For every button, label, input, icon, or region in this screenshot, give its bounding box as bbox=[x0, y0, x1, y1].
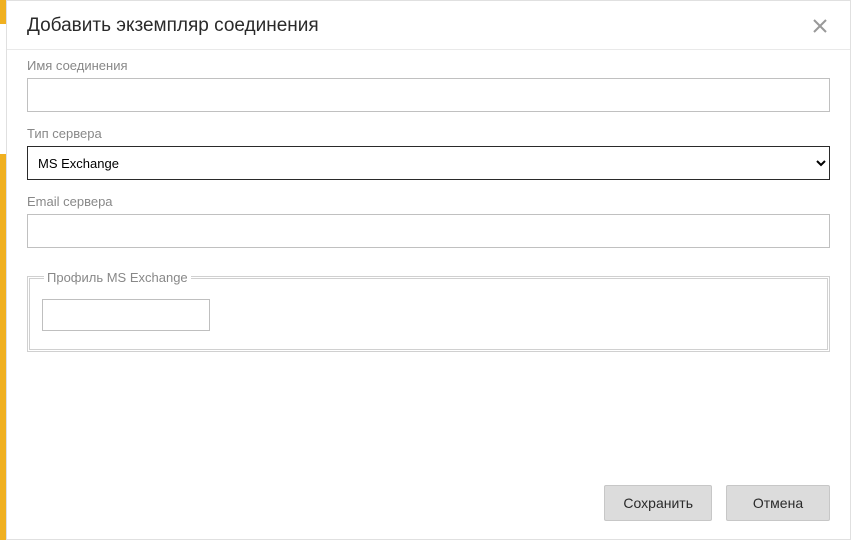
exchange-profile-input[interactable] bbox=[42, 299, 210, 331]
exchange-profile-legend: Профиль MS Exchange bbox=[44, 270, 191, 285]
connection-name-group: Имя соединения bbox=[27, 58, 830, 112]
close-button[interactable] bbox=[810, 16, 830, 36]
modal-title: Добавить экземпляр соединения bbox=[27, 15, 319, 37]
server-email-input[interactable] bbox=[27, 214, 830, 248]
save-button[interactable]: Сохранить bbox=[604, 485, 712, 521]
connection-name-input[interactable] bbox=[27, 78, 830, 112]
server-email-group: Email сервера bbox=[27, 194, 830, 248]
exchange-profile-fieldset: Профиль MS Exchange bbox=[27, 270, 830, 352]
server-type-label: Тип сервера bbox=[27, 126, 830, 141]
cancel-button[interactable]: Отмена bbox=[726, 485, 830, 521]
close-icon bbox=[812, 18, 828, 34]
modal-footer: Сохранить Отмена bbox=[7, 471, 850, 539]
modal-body: Имя соединения Тип сервера MS Exchange E… bbox=[7, 50, 850, 471]
server-email-label: Email сервера bbox=[27, 194, 830, 209]
connection-name-label: Имя соединения bbox=[27, 58, 830, 73]
server-type-group: Тип сервера MS Exchange bbox=[27, 126, 830, 180]
server-type-select[interactable]: MS Exchange bbox=[27, 146, 830, 180]
add-connection-modal: Добавить экземпляр соединения Имя соедин… bbox=[6, 0, 851, 540]
modal-header: Добавить экземпляр соединения bbox=[7, 1, 850, 50]
